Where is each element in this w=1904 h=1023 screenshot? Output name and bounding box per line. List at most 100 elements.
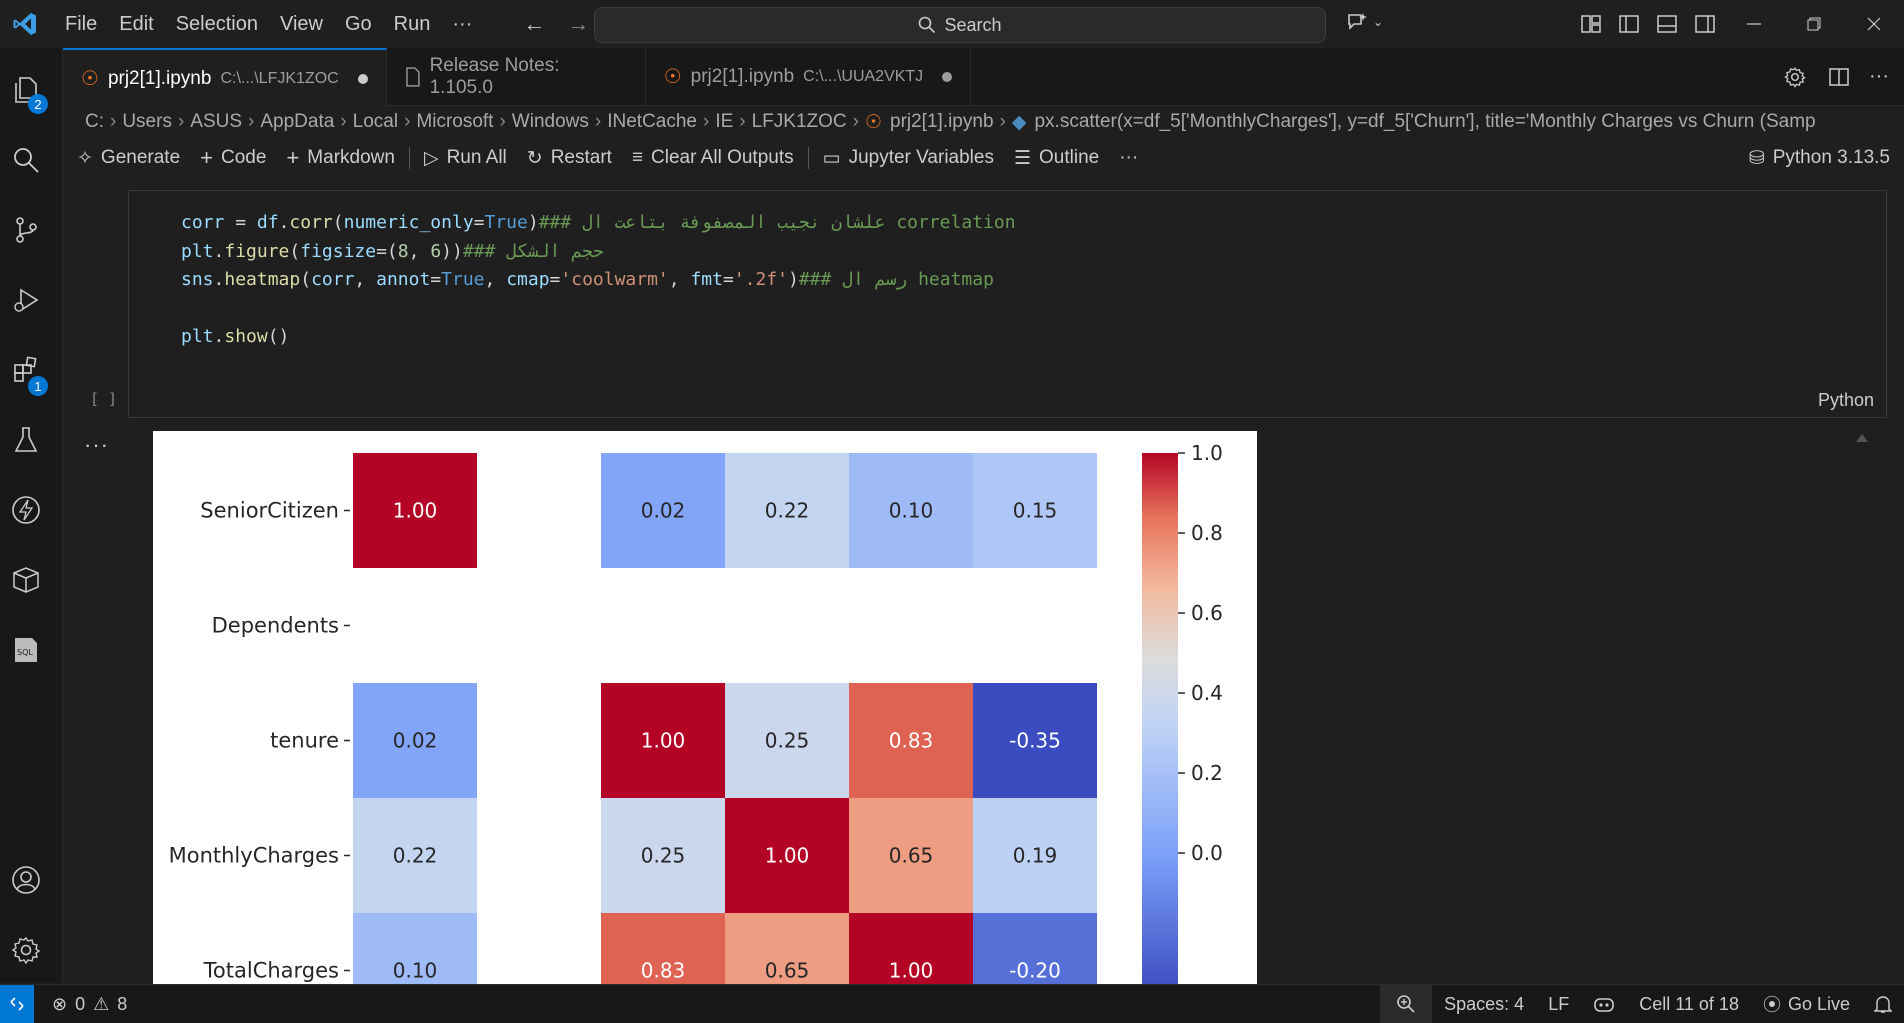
toggle-sidebar-icon[interactable] [1610,0,1648,48]
jupyter-icon: ☉ [663,66,682,88]
chevron-right-icon: › [594,111,602,132]
sql-icon[interactable]: SQL [0,624,52,676]
breadcrumb-item[interactable]: INetCache [603,111,701,133]
jupyter-variables-button[interactable]: ▭ Jupyter Variables [813,147,1004,170]
eol-indicator[interactable]: LF [1536,994,1581,1015]
error-icon: ⊗ [52,993,68,1014]
zoom-icon[interactable] [1380,985,1433,1023]
forward-arrow-icon[interactable]: → [567,11,589,37]
scroll-up-icon[interactable] [1856,434,1868,442]
code-cell[interactable]: corr = df.corr(numeric_only=True)### علش… [128,190,1887,418]
breadcrumb-item[interactable]: C: [63,111,108,133]
breadcrumb-item[interactable]: Users [118,111,176,133]
run-all-button[interactable]: ▷ Run All [414,147,517,170]
testing-flask-icon[interactable] [0,414,52,466]
lightning-icon[interactable] [0,484,52,536]
variables-label: Jupyter Variables [848,147,994,168]
accounts-icon[interactable] [0,854,52,906]
status-bar: ⊗ 0 ⚠ 8 Spaces: 4 LF Cell 11 of 18 ⦿ Go Liv… [0,984,1904,1023]
outline-button[interactable]: ☰ Outline [1004,147,1109,170]
menu-view[interactable]: View [269,0,334,48]
copilot-status-icon[interactable] [1581,994,1627,1014]
execution-count: [ ] [90,390,118,408]
chevron-right-icon: › [999,111,1006,132]
breadcrumb-item[interactable]: Local [349,111,402,133]
toggle-panel-icon[interactable] [1648,0,1686,48]
extensions-icon[interactable]: 1 [0,344,52,396]
breadcrumb-item[interactable]: prj2[1].ipynb [886,111,998,133]
heatmap-row-label: TotalCharges [203,959,339,983]
more-actions-icon[interactable]: ··· [1864,65,1894,88]
notifications-bell-icon[interactable] [1862,994,1904,1014]
code-line: corr = df.corr(numeric_only=True)### علش… [181,212,1016,233]
breadcrumb-item[interactable]: Windows [508,111,593,133]
kernel-icon: ⛁ [1748,147,1765,169]
back-arrow-icon[interactable]: ← [523,11,545,37]
search-view-icon[interactable] [0,134,52,186]
chevron-right-icon: › [404,111,411,132]
breadcrumb-item[interactable]: px.scatter(x=df_5['MonthlyCharges'], y=d… [1030,111,1819,133]
outline-icon: ☰ [1013,147,1032,169]
customize-layout-icon[interactable] [1572,0,1610,48]
tab-prj2-lfjk1zoc[interactable]: ☉ prj2[1].ipynb C:\...\LFJK1ZOC [63,48,387,107]
go-live-button[interactable]: ⦿ Go Live [1751,991,1862,1017]
menu-edit[interactable]: Edit [108,0,164,48]
heatmap-cell-label: 0.65 [765,959,810,983]
breadcrumb-item[interactable]: IE [711,111,737,133]
breadcrumb-item[interactable]: ASUS [186,111,246,133]
remote-indicator-icon[interactable] [0,985,34,1023]
menu-run[interactable]: Run [383,0,442,48]
source-control-icon[interactable] [0,204,52,256]
generate-button[interactable]: ✧ Generate [63,147,190,170]
notebook-toolbar: ✧ Generate + Code + Markdown ▷ Run All ↻ Rest… [63,140,1904,176]
menu-more[interactable]: ··· [441,0,483,48]
output-more-icon[interactable]: ··· [84,432,109,458]
cell-language-label[interactable]: Python [1818,390,1874,411]
heatmap-cell-label: 0.02 [641,499,686,523]
minimize-icon[interactable] [1724,0,1784,48]
remote-explorer-icon[interactable] [0,554,52,606]
unsaved-dot-icon[interactable] [357,73,368,84]
tab-prj2-uua2vktj[interactable]: ☉ prj2[1].ipynb C:\...\UUA2VKTJ [646,48,972,105]
copilot-menu[interactable]: ⌄ [1345,10,1383,34]
code-line: plt.show() [181,326,290,347]
gear-icon[interactable] [1776,66,1814,88]
cell-position-indicator[interactable]: Cell 11 of 18 [1627,994,1751,1015]
warning-count: 8 [117,993,128,1014]
colorbar-tick-label: 0.2 [1191,761,1223,785]
indentation-indicator[interactable]: Spaces: 4 [1432,994,1536,1015]
problems-indicator[interactable]: ⊗ 0 ⚠ 8 [52,994,127,1015]
breadcrumb-item[interactable]: AppData [256,111,338,133]
breadcrumb-item[interactable]: LFJK1ZOC [748,111,851,133]
tab-release-notes[interactable]: Release Notes: 1.105.0 [387,48,646,105]
split-editor-icon[interactable] [1820,67,1858,86]
unsaved-dot-icon[interactable] [942,71,953,82]
run-debug-icon[interactable] [0,274,52,326]
kernel-label: Python 3.13.5 [1772,147,1890,168]
chevron-right-icon: › [340,111,347,132]
command-center-search[interactable]: Search [594,7,1326,43]
add-code-cell-button[interactable]: + Code [190,145,276,171]
menu-file[interactable]: File [54,0,108,48]
jupyter-icon: ☉ [81,68,99,90]
menu-go[interactable]: Go [334,0,383,48]
extensions-badge: 1 [28,376,48,396]
clear-all-icon: ≡ [631,147,644,168]
heatmap-cell-label: 0.25 [641,844,686,868]
breadcrumb-item[interactable]: Microsoft [412,111,497,133]
tab-label: prj2[1].ipynb [690,65,795,87]
clear-outputs-button[interactable]: ≡ Clear All Outputs [622,147,804,169]
restore-icon[interactable] [1784,0,1844,48]
settings-gear-icon[interactable] [0,924,52,976]
generate-label: Generate [100,147,181,168]
restart-button[interactable]: ↻ Restart [517,147,622,170]
toolbar-more-button[interactable]: ··· [1109,147,1148,169]
add-markdown-cell-button[interactable]: + Markdown [276,145,405,171]
activity-bar: 2 1 SQL [0,48,63,983]
kernel-picker[interactable]: ⛁ Python 3.13.5 [1749,140,1890,176]
menu-selection[interactable]: Selection [165,0,269,48]
code-editor[interactable]: corr = df.corr(numeric_only=True)### علش… [181,209,1016,352]
toggle-secondary-sidebar-icon[interactable] [1686,0,1724,48]
close-window-icon[interactable] [1844,0,1904,48]
explorer-icon[interactable]: 2 [0,64,52,116]
